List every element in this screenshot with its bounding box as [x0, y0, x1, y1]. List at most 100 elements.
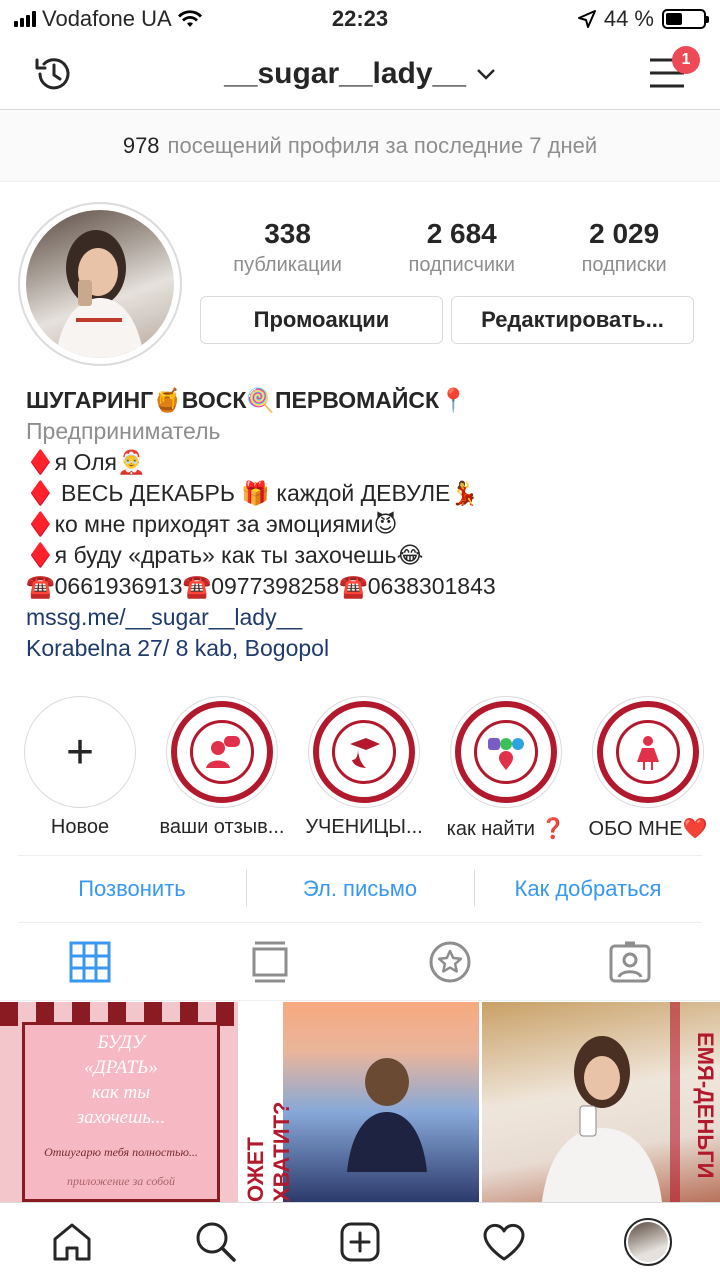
post-thumbnail[interactable]: ОЖЕТ ХВАТИТ? [241, 1002, 479, 1202]
stat-followers[interactable]: 2 684 подписчики [408, 218, 514, 277]
heart-icon [483, 1223, 525, 1260]
avatar-person-illustration [56, 230, 144, 358]
bio-website-link[interactable]: mssg.me/__sugar__lady__ [26, 602, 706, 633]
post-quote-card: БУДУ «ДРАТЬ» как ты захочешь... Отшугарю… [22, 1022, 220, 1202]
signal-icon [14, 11, 36, 27]
username: __sugar__lady__ [224, 56, 466, 90]
highlight-ring [166, 696, 278, 808]
nav-search[interactable] [186, 1212, 246, 1272]
post-text: БУДУ [97, 1032, 145, 1053]
post-text: ОЖЕТ ХВАТИТ? [243, 1101, 294, 1202]
post-photo-person [347, 1058, 427, 1172]
menu-button[interactable]: 1 [648, 46, 700, 95]
visits-count: 978 [122, 132, 160, 158]
grid-icon [69, 941, 111, 982]
nav-home[interactable] [42, 1212, 102, 1272]
highlight-ring [592, 696, 704, 808]
archive-button[interactable] [32, 52, 76, 101]
bio-line: ♦️я Оля🤶 [26, 449, 146, 475]
history-icon [35, 58, 70, 90]
highlight-label: ОБО МНЕ❤️ [588, 818, 708, 840]
bio-line: ♦️ко мне приходят за эмоциями😈 [26, 511, 398, 537]
status-bar: Vodafone UA 22:23 44 % [0, 0, 720, 38]
highlight-label: УЧЕНИЦЫ... [305, 816, 423, 838]
call-button[interactable]: Позвонить [18, 876, 246, 902]
highlight-label: как найти ❓ [446, 818, 566, 840]
profile-bio: ШУГАРИНГ🍯ВОСК🍭ПЕРВОМАЙСК📍 Предпринимател… [26, 385, 706, 664]
highlight-reviews[interactable]: ваши отзыв... [152, 696, 292, 839]
tab-tagged[interactable] [600, 932, 660, 992]
post-text: ЕМЯ-ДЕНЬГИ [693, 1032, 718, 1179]
bio-line: ♦️я буду «драть» как ты захочешь😂 [26, 542, 424, 568]
battery-percent: 44 % [603, 6, 654, 31]
status-left: Vodafone UA [14, 6, 202, 32]
post-subtext: Отшугарю тебя полностью... [44, 1145, 198, 1159]
highlight-how-to-find[interactable]: как найти ❓ [436, 696, 576, 841]
post-photo-person [542, 1036, 662, 1202]
avatar-image [26, 210, 174, 358]
highlight-label: ваши отзыв... [159, 816, 285, 838]
highlight-students[interactable]: УЧЕНИЦЫ... [294, 696, 434, 839]
post-thumbnail[interactable]: ЕМЯ-ДЕНЬГИ [482, 1002, 720, 1202]
directions-button[interactable]: Как добраться [474, 870, 702, 906]
posts-grid: БУДУ «ДРАТЬ» как ты захочешь... Отшугарю… [0, 1002, 720, 1202]
profile-avatar[interactable] [18, 202, 182, 366]
notification-badge: 1 [672, 46, 700, 74]
stat-followers-label: подписчики [408, 254, 515, 276]
stat-following[interactable]: 2 029 подписки [582, 218, 667, 277]
highlight-ring [450, 696, 562, 808]
highlight-ring [308, 696, 420, 808]
star-circle-icon [429, 941, 471, 982]
carrier-name: Vodafone UA [42, 6, 172, 31]
profile-header: __sugar__lady__ 1 [0, 38, 720, 110]
woman-icon [616, 720, 680, 784]
home-icon [53, 1223, 91, 1260]
promotions-button[interactable]: Промоакции [200, 296, 443, 344]
stat-following-value: 2 029 [589, 218, 660, 249]
nav-activity[interactable] [474, 1212, 534, 1272]
chevron-down-icon [477, 68, 495, 80]
bottom-navigation [0, 1202, 720, 1280]
stat-posts-value: 338 [264, 218, 311, 249]
highlight-new[interactable]: + Новое [10, 696, 150, 839]
tab-guides[interactable] [420, 932, 480, 992]
bio-line: ♦️ ВЕСЬ ДЕКАБРЬ 🎁 каждой ДЕВУЛЕ💃 [26, 480, 480, 506]
post-text: «ДРАТЬ» [84, 1057, 158, 1078]
tab-grid[interactable] [60, 932, 120, 992]
stat-posts[interactable]: 338 публикации [233, 218, 342, 277]
highlight-ring: + [24, 696, 136, 808]
story-highlights: + Новое ваши отзыв... УЧЕНИЦЫ... как най… [0, 696, 720, 846]
profile-stats: 338 публикации 2 684 подписчики 2 029 по… [200, 218, 700, 277]
profile-tabs [0, 923, 720, 1001]
email-button[interactable]: Эл. письмо [246, 870, 474, 906]
tab-feed[interactable] [240, 932, 300, 992]
stat-posts-label: публикации [233, 254, 342, 276]
nav-profile[interactable] [618, 1212, 678, 1272]
location-arrow-icon [577, 10, 596, 28]
bio-address-link[interactable]: Korabelna 27/ 8 kab, Bogopol [26, 633, 706, 664]
battery-icon [662, 9, 709, 29]
list-icon [252, 941, 288, 982]
profile-category: Предприниматель [26, 418, 221, 444]
nav-create[interactable] [330, 1212, 390, 1272]
post-subtext: приложение за собой [66, 1174, 176, 1188]
profile-visits-banner[interactable]: 978 посещений профиля за последние 7 дне… [0, 110, 720, 182]
profile-avatar-icon [624, 1217, 672, 1266]
post-text: как ты [91, 1082, 151, 1103]
stat-following-label: подписки [581, 254, 667, 276]
status-right: 44 % [577, 6, 709, 32]
profile-name: ШУГАРИНГ🍯ВОСК🍭ПЕРВОМАЙСК📍 [26, 387, 468, 413]
visits-text: посещений профиля за последние 7 дней [167, 132, 598, 158]
graduate-icon [332, 720, 396, 784]
add-post-icon [340, 1222, 380, 1261]
username-switcher[interactable]: __sugar__lady__ [224, 57, 496, 91]
highlight-about-me[interactable]: ОБО МНЕ❤️ [578, 696, 718, 841]
post-thumbnail[interactable]: БУДУ «ДРАТЬ» как ты захочешь... Отшугарю… [0, 1002, 238, 1202]
stat-followers-value: 2 684 [426, 218, 497, 249]
edit-profile-button[interactable]: Редактировать... [451, 296, 694, 344]
chat-user-icon [190, 720, 254, 784]
plus-icon: + [65, 725, 95, 779]
tagged-person-icon [609, 941, 651, 982]
highlight-label: Новое [50, 816, 110, 838]
bio-phones: ☎️0661936913☎️0977398258☎️0638301843 [26, 573, 496, 599]
